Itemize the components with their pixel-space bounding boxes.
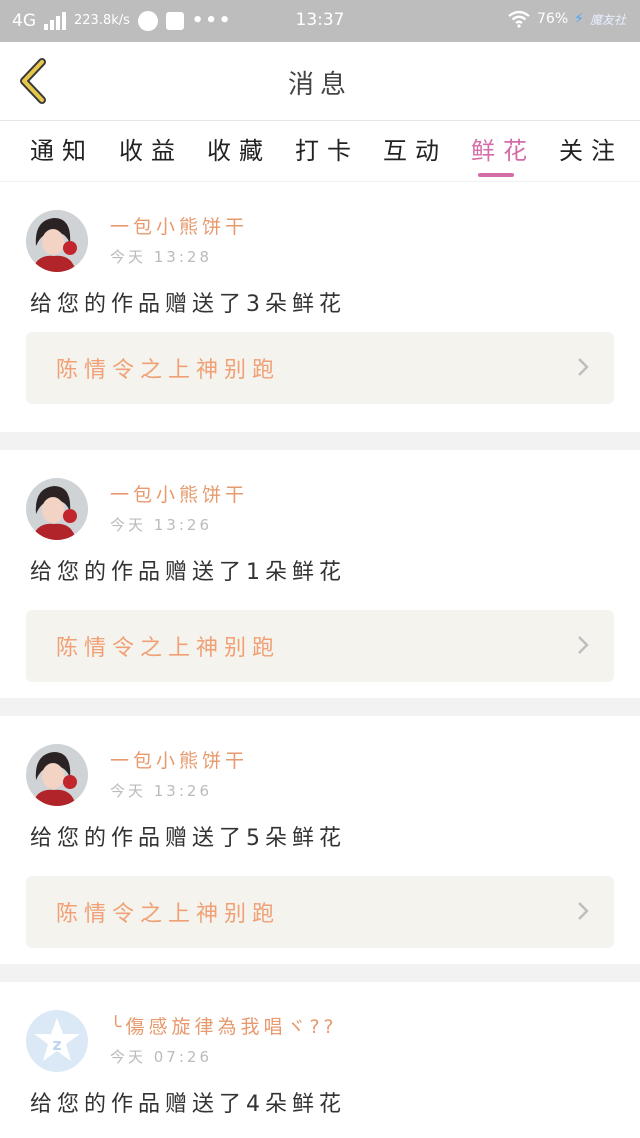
work-title: 陈情令之上神别跑 bbox=[56, 358, 281, 383]
tab-favorites[interactable]: 收藏 bbox=[207, 131, 271, 166]
message-time: 今天 13:28 bbox=[110, 248, 212, 266]
message-text: 给您的作品赠送了1朵鲜花 bbox=[30, 560, 346, 585]
work-link[interactable]: 陈情令之上神别跑 bbox=[26, 610, 614, 682]
username[interactable]: 一包小熊饼干 bbox=[110, 480, 248, 507]
username[interactable]: 一包小熊饼干 bbox=[110, 746, 248, 773]
message-time: 今天 13:26 bbox=[110, 516, 212, 534]
avatar[interactable] bbox=[26, 744, 88, 806]
message-time: 今天 07:26 bbox=[110, 1048, 212, 1066]
wifi-icon bbox=[508, 10, 530, 28]
charging-bolt-icon: ⚡ bbox=[574, 11, 584, 27]
battery-percent: 76% bbox=[537, 11, 569, 27]
avatar[interactable] bbox=[26, 478, 88, 540]
message-card: 一包小熊饼干 今天 13:26 给您的作品赠送了1朵鲜花 陈情令之上神别跑 bbox=[0, 450, 640, 698]
message-card: z ╰傷感旋律為我唱ヾ?? 今天 07:26 给您的作品赠送了4朵鲜花 bbox=[0, 982, 640, 1138]
username[interactable]: 一包小熊饼干 bbox=[110, 212, 248, 239]
tab-checkin[interactable]: 打卡 bbox=[295, 131, 359, 166]
tab-follows[interactable]: 关注 bbox=[559, 131, 623, 166]
tab-notifications[interactable]: 通知 bbox=[30, 131, 94, 166]
message-card: 一包小熊饼干 今天 13:26 给您的作品赠送了5朵鲜花 陈情令之上神别跑 bbox=[0, 716, 640, 964]
message-text: 给您的作品赠送了5朵鲜花 bbox=[30, 826, 346, 851]
chevron-right-icon bbox=[578, 636, 589, 654]
page-title: 消息 bbox=[287, 70, 352, 100]
chevron-right-icon bbox=[578, 358, 589, 376]
tab-flowers[interactable]: 鲜花 bbox=[471, 131, 535, 166]
nav-bar: 消息 bbox=[0, 42, 640, 121]
avatar-default-star-icon[interactable]: z bbox=[26, 1010, 88, 1072]
brand-logo: 魔友社 bbox=[589, 12, 626, 27]
username[interactable]: ╰傷感旋律為我唱ヾ?? bbox=[110, 1012, 338, 1039]
message-text: 给您的作品赠送了3朵鲜花 bbox=[30, 292, 346, 317]
work-title: 陈情令之上神别跑 bbox=[56, 636, 281, 661]
tab-interaction[interactable]: 互动 bbox=[383, 131, 447, 166]
message-card: 一包小熊饼干 今天 13:28 给您的作品赠送了3朵鲜花 陈情令之上神别跑 bbox=[0, 182, 640, 432]
message-text: 给您的作品赠送了4朵鲜花 bbox=[30, 1092, 346, 1117]
svg-text:z: z bbox=[52, 1035, 61, 1054]
tab-earnings[interactable]: 收益 bbox=[119, 131, 183, 166]
tab-bar: 通知 收益 收藏 打卡 互动 鲜花 关注 bbox=[0, 121, 640, 181]
work-title: 陈情令之上神别跑 bbox=[56, 902, 281, 927]
status-bar: 4G 223.8k/s ••• 13:37 76% ⚡ 魔友社 bbox=[0, 0, 640, 42]
work-link[interactable]: 陈情令之上神别跑 bbox=[26, 876, 614, 948]
chevron-right-icon bbox=[578, 902, 589, 920]
avatar[interactable] bbox=[26, 210, 88, 272]
work-link[interactable]: 陈情令之上神别跑 bbox=[26, 332, 614, 404]
message-time: 今天 13:26 bbox=[110, 782, 212, 800]
active-tab-indicator bbox=[478, 173, 514, 177]
